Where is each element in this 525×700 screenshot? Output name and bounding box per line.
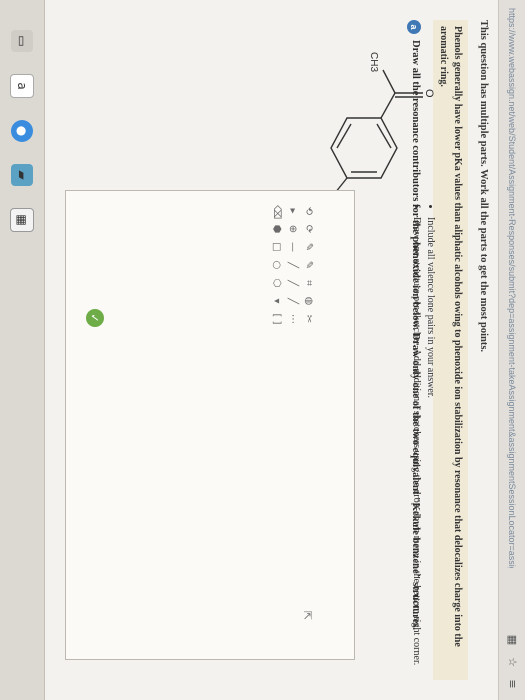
extensions-icon[interactable]: ▦	[506, 634, 519, 646]
double-bond-icon[interactable]: ╱	[286, 277, 298, 289]
benzene-ring-icon[interactable]: ⬡	[270, 277, 282, 289]
part-badge: a	[407, 20, 421, 34]
square-ring-icon[interactable]: □	[270, 241, 282, 253]
calendar-icon[interactable]: ▦	[10, 208, 34, 232]
tool-row-2: ▸ ⊕ — ╱ ╱ ╱ ⋯	[286, 205, 298, 325]
benzene-ring	[330, 117, 398, 179]
carbonyl-oxygen-label: O	[423, 89, 435, 98]
bookmark-star-icon[interactable]: ☆	[506, 656, 519, 668]
methyl-label: CH3	[368, 52, 379, 72]
undo-icon[interactable]: ⟲	[302, 205, 314, 217]
lone-pair-icon[interactable]: ⋯	[286, 313, 298, 325]
sketcher-panel[interactable]: ⟲ ⟳ ✎ ✎ ⌗ ◍ ✂ ▸ ⊕ — ╱ ╱ ╱ ⋯ ⌫ ⬢ □ ○ ⬡ ▾ …	[65, 190, 355, 660]
screen: https://www.webassign.net/web/Student/As…	[0, 0, 525, 700]
bracket-icon[interactable]: [ ]	[270, 313, 282, 325]
folder-icon[interactable]: ▰	[11, 164, 33, 186]
instructions-list: Include all valence lone pairs in your a…	[409, 205, 437, 665]
font-a-button[interactable]: a	[10, 74, 34, 98]
menu-icon[interactable]: ≡	[506, 678, 519, 690]
window-icon[interactable]: ▭	[11, 30, 33, 52]
bullet-one-structure: Draw one structure per sketcher. Add add…	[409, 217, 423, 665]
redo-icon[interactable]: ⟳	[302, 223, 314, 235]
browser-toolbar: https://www.webassign.net/web/Student/As…	[498, 0, 525, 700]
select-arrow-icon[interactable]: ▸	[286, 205, 298, 217]
bullet-lone-pairs: Include all valence lone pairs in your a…	[423, 217, 437, 665]
pencil-icon[interactable]: ✎	[302, 241, 314, 253]
bond-icon[interactable]: ╱	[286, 259, 298, 271]
address-bar[interactable]: https://www.webassign.net/web/Student/As…	[507, 8, 517, 568]
globe-icon[interactable]: ●	[11, 120, 33, 142]
single-bond-icon[interactable]: —	[286, 241, 298, 253]
triple-bond-icon[interactable]: ╱	[286, 295, 298, 307]
charge-plus-icon[interactable]: ⊕	[286, 223, 298, 235]
cursor-icon: ⇱	[301, 611, 314, 621]
erase-icon[interactable]: ⌫	[270, 205, 282, 219]
sketcher-toolbar: ⟲ ⟳ ✎ ✎ ⌗ ◍ ✂ ▸ ⊕ — ╱ ╱ ╱ ⋯ ⌫ ⬢ □ ○ ⬡ ▾ …	[270, 205, 314, 325]
left-dock: ▭ a ● ▰ ▦	[0, 0, 45, 700]
multipart-note: This question has multiple parts. Work a…	[478, 20, 489, 353]
dropdown-icon[interactable]: ▾	[270, 295, 282, 307]
check-answer-button[interactable]: ✓	[86, 309, 104, 327]
grid-icon[interactable]: ⌗	[302, 277, 314, 289]
pencil-alt-icon[interactable]: ✎	[302, 259, 314, 271]
tool-row-3: ⌫ ⬢ □ ○ ⬡ ▾ [ ]	[270, 205, 282, 325]
hexagon-ring-icon[interactable]: ⬢	[270, 223, 282, 235]
lasso-icon[interactable]: ◍	[302, 295, 314, 307]
circle-ring-icon[interactable]: ○	[270, 259, 282, 271]
tool-row-1: ⟲ ⟳ ✎ ✎ ⌗ ◍ ✂	[302, 205, 314, 325]
scissors-icon[interactable]: ✂	[302, 313, 314, 325]
